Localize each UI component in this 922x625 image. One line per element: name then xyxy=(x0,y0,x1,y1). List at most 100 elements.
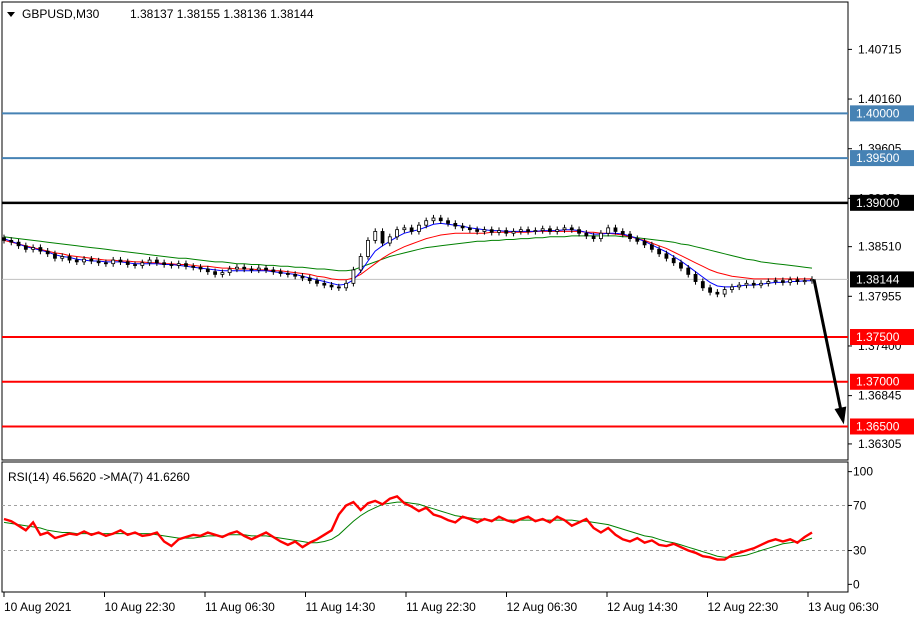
time-tick-label: 10 Aug 2021 xyxy=(4,600,72,614)
candle-body xyxy=(599,232,603,240)
candle-body xyxy=(249,268,254,271)
level-tag: 1.40000 xyxy=(850,105,914,122)
candle-body xyxy=(424,220,429,226)
candle-body xyxy=(409,227,414,232)
level-tags: 1.40000 1.39500 1.39000 1.37500 1.37000 1.365… xyxy=(850,105,914,435)
candle-body xyxy=(118,259,123,263)
candle-body xyxy=(751,282,756,286)
symbol-label: GBPUSD,M30 xyxy=(22,7,100,21)
candle-body xyxy=(773,280,778,283)
candle-body xyxy=(395,229,399,238)
time-tick-label: 11 Aug 06:30 xyxy=(205,600,275,614)
candle-body xyxy=(642,240,647,246)
candle-body xyxy=(759,282,763,286)
candle-body xyxy=(111,259,116,265)
candle-body xyxy=(38,247,43,252)
rsi-tick-label: 30 xyxy=(853,544,867,558)
candle-body xyxy=(205,268,210,273)
rsi-axis: 100 70 30 0 xyxy=(848,465,873,591)
candle-body xyxy=(518,229,523,232)
time-tick-label: 11 Aug 14:30 xyxy=(306,600,376,614)
candle-body xyxy=(613,227,618,232)
candle-body xyxy=(802,280,807,283)
time-tick-label: 12 Aug 06:30 xyxy=(507,600,578,614)
time-tick-label: 10 Aug 22:30 xyxy=(105,600,176,614)
candle-body xyxy=(686,267,691,275)
time-tick-label: 12 Aug 22:30 xyxy=(708,600,779,614)
candle-body xyxy=(104,262,108,265)
candle-body xyxy=(336,286,341,289)
candle-body xyxy=(315,280,319,284)
candle-body xyxy=(9,239,14,243)
candle-body xyxy=(460,225,465,229)
candle-body xyxy=(475,229,480,232)
candle-body xyxy=(438,217,443,222)
candle-body xyxy=(2,237,6,241)
candle-body xyxy=(715,291,720,295)
candle-body xyxy=(788,279,793,283)
level-tag: 1.39500 xyxy=(850,150,914,167)
candle-body xyxy=(329,284,334,288)
candle-body xyxy=(162,262,167,265)
candle-body xyxy=(562,227,567,231)
candle-body xyxy=(722,289,727,295)
candle-body xyxy=(700,281,705,289)
candle-body xyxy=(176,263,181,266)
candle-body xyxy=(344,282,349,289)
candle-body xyxy=(300,275,305,279)
candle-body xyxy=(358,256,363,271)
candle-body xyxy=(693,273,698,282)
candle-body xyxy=(431,217,436,222)
candle-body xyxy=(780,280,785,283)
candle-body xyxy=(74,259,79,263)
candle-body xyxy=(489,229,494,233)
candle-body xyxy=(133,264,137,266)
ohlc-label: 1.38137 1.38155 1.38136 1.38144 xyxy=(130,7,314,21)
chart-area: 1.407151.401601.396051.390501.385101.379… xyxy=(1,1,914,614)
candle-body xyxy=(256,267,261,271)
price-tick-label: 1.36845 xyxy=(858,389,902,403)
candle-body xyxy=(533,230,538,232)
candle-body xyxy=(198,266,203,270)
candle-body xyxy=(730,286,734,290)
candle-body xyxy=(264,267,268,271)
candle-body xyxy=(664,253,669,259)
candle-body xyxy=(766,281,771,284)
candle-body xyxy=(213,271,217,275)
candle-body xyxy=(147,259,152,264)
candle-body xyxy=(649,244,654,250)
rsi-title: RSI(14) 46.5620 ->MA(7) 41.6260 xyxy=(8,470,190,484)
candle-body xyxy=(16,241,21,247)
candle-body xyxy=(45,250,50,255)
candle-body xyxy=(591,235,596,240)
candle-body xyxy=(708,287,712,293)
candle-body xyxy=(671,257,676,264)
candle-body xyxy=(307,277,312,282)
candle-body xyxy=(577,229,581,234)
candle-body xyxy=(227,268,232,274)
price-tick-label: 1.40715 xyxy=(858,42,902,56)
candle-body xyxy=(606,227,611,234)
time-tick-label: 12 Aug 14:30 xyxy=(607,600,678,614)
candle-body xyxy=(679,262,683,269)
price-tick-label: 1.40160 xyxy=(858,92,902,106)
price-tag-text: 1.38144 xyxy=(856,272,900,286)
candle-body xyxy=(235,266,239,270)
candle-body xyxy=(322,282,327,286)
candle-body xyxy=(31,247,36,250)
candle-body xyxy=(737,284,742,288)
candle-body xyxy=(380,231,385,244)
candle-body xyxy=(482,229,487,232)
candle-body xyxy=(96,260,101,264)
price-panel[interactable] xyxy=(1,1,849,461)
candle-body xyxy=(89,258,94,262)
price-tick-label: 1.36305 xyxy=(858,437,902,451)
candle-body xyxy=(242,266,247,270)
candle-body xyxy=(278,271,283,274)
candle-body xyxy=(504,230,509,234)
candle-body xyxy=(795,279,800,282)
candle-body xyxy=(271,269,276,273)
candle-body xyxy=(220,272,225,275)
candle-body xyxy=(497,230,501,233)
candle-body xyxy=(140,262,145,266)
